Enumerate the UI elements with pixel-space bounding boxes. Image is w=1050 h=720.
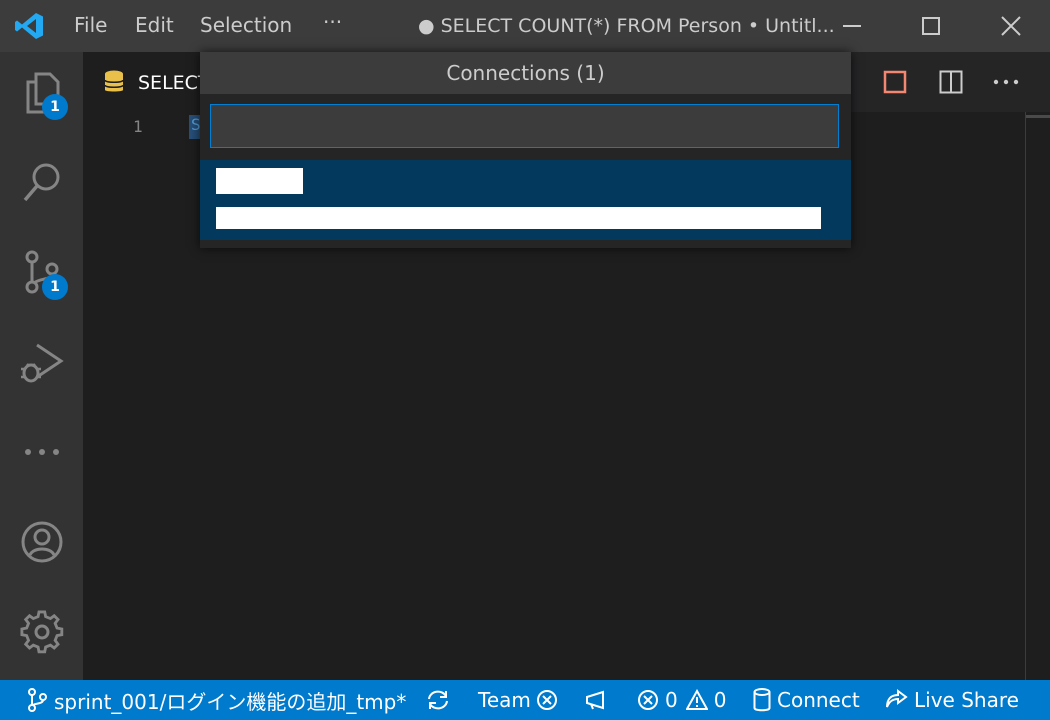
- gear-icon: [20, 610, 64, 654]
- run-debug-icon: [21, 343, 64, 383]
- source-control-button[interactable]: 1: [18, 248, 68, 300]
- feedback-icon: [586, 690, 604, 710]
- team-status[interactable]: Team: [478, 680, 564, 720]
- stop-icon: [883, 70, 907, 94]
- connect-label: Connect: [777, 688, 860, 712]
- branch-name: sprint_001/ログイン機能の追加_tmp*: [54, 689, 407, 714]
- live-share-label: Live Share: [914, 688, 1019, 712]
- accounts-button[interactable]: [18, 518, 66, 566]
- window-title: ● SELECT COUNT(*) FROM Person • Untitl..…: [418, 15, 835, 37]
- live-share-icon: [886, 689, 908, 708]
- problems-status[interactable]: 0 0: [637, 680, 726, 720]
- warning-count: 0: [713, 688, 727, 712]
- search-icon: [23, 163, 60, 202]
- menu-selection[interactable]: Selection: [200, 13, 292, 37]
- feedback-button[interactable]: [584, 680, 614, 720]
- close-button[interactable]: [981, 0, 1041, 52]
- connections-quick-pick: Connections (1): [200, 52, 851, 248]
- minimize-button[interactable]: [822, 0, 882, 52]
- explorer-button[interactable]: 1: [18, 68, 68, 120]
- sync-button[interactable]: [426, 680, 456, 720]
- more-views-button[interactable]: [18, 428, 66, 476]
- close-icon: [1001, 16, 1021, 36]
- tab-label: SELECT: [138, 72, 210, 94]
- split-editor-button[interactable]: [929, 60, 973, 104]
- error-icon: [638, 690, 658, 710]
- team-label: Team: [478, 688, 531, 712]
- minimize-icon: [843, 25, 861, 27]
- connect-button[interactable]: Connect: [753, 680, 860, 720]
- error-icon: [536, 690, 557, 710]
- activity-bar: 1 1: [0, 52, 83, 680]
- menu-file[interactable]: File: [74, 13, 107, 37]
- editor-tab[interactable]: SELECT: [83, 52, 213, 112]
- editor-more-button[interactable]: [984, 60, 1028, 104]
- live-share-button[interactable]: Live Share: [884, 680, 1019, 720]
- maximize-icon: [922, 17, 940, 35]
- maximize-button[interactable]: [901, 0, 961, 52]
- database-icon: [753, 688, 771, 712]
- title-bar: File Edit Selection ··· ● SELECT COUNT(*…: [0, 0, 1050, 52]
- menu-edit[interactable]: Edit: [135, 13, 174, 37]
- connection-list-item[interactable]: [200, 160, 851, 240]
- explorer-badge: 1: [42, 94, 68, 120]
- scm-badge: 1: [42, 274, 68, 300]
- search-button[interactable]: [18, 158, 66, 206]
- more-icon: [993, 79, 1019, 85]
- line-number: 1: [133, 117, 143, 136]
- vscode-logo-icon: [15, 13, 43, 39]
- branch-icon: [28, 688, 47, 712]
- connection-name-redacted: [216, 168, 303, 194]
- run-debug-button[interactable]: [18, 338, 66, 386]
- account-icon: [21, 521, 63, 563]
- warning-icon: [685, 689, 708, 710]
- sync-icon: [428, 690, 448, 710]
- quick-pick-input[interactable]: [210, 104, 839, 148]
- manage-button[interactable]: [18, 608, 66, 656]
- status-bar: sprint_001/ログイン機能の追加_tmp* Team 0 0 Conne…: [0, 680, 1050, 720]
- branch-status[interactable]: sprint_001/ログイン機能の追加_tmp*: [26, 680, 406, 720]
- editor-scrollbar[interactable]: [1025, 112, 1050, 680]
- connection-detail-redacted: [216, 207, 821, 229]
- more-icon: [25, 449, 59, 455]
- database-icon: [104, 70, 124, 92]
- menu-more[interactable]: ···: [323, 10, 342, 34]
- error-count: 0: [665, 688, 678, 712]
- quick-pick-title: Connections (1): [200, 52, 851, 94]
- stop-query-button[interactable]: [873, 60, 917, 104]
- split-editor-icon: [939, 70, 963, 94]
